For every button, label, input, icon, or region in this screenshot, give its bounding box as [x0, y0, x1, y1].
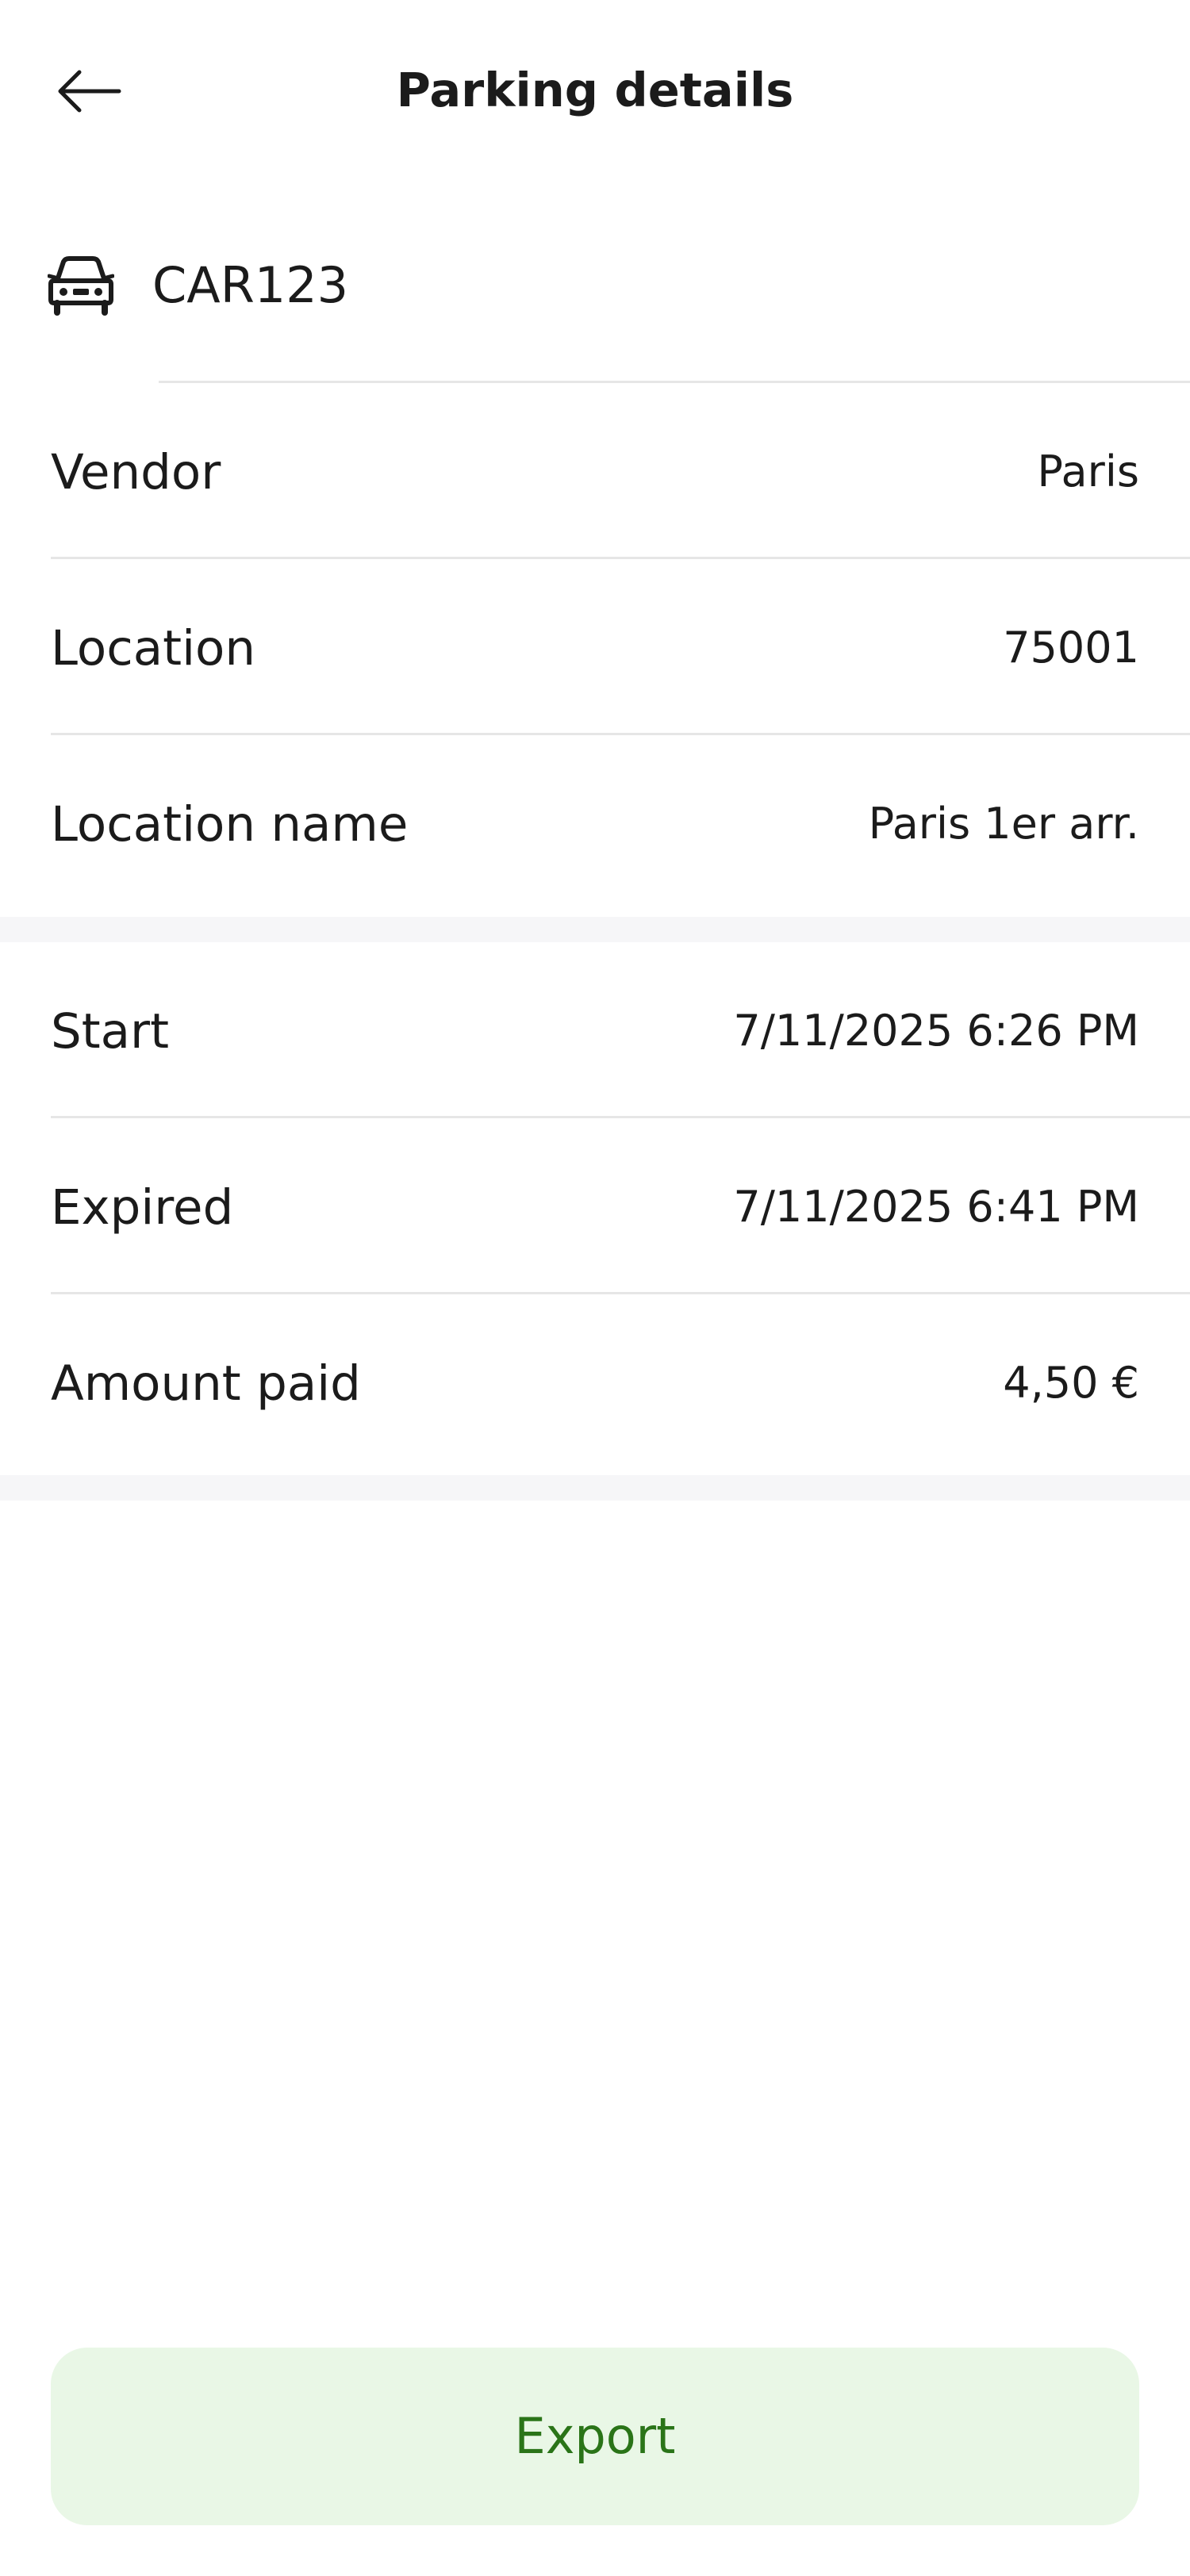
location-value: 75001 — [1003, 623, 1139, 673]
start-value: 7/11/2025 6:26 PM — [733, 1006, 1139, 1056]
vendor-row: Vendor Paris — [0, 383, 1190, 559]
app-header: Parking details — [0, 0, 1190, 182]
location-name-label: Location name — [51, 796, 409, 853]
vehicle-row: CAR123 — [0, 230, 1190, 341]
amount-paid-row: Amount paid 4,50 € — [0, 1294, 1190, 1470]
location-label: Location — [51, 620, 255, 677]
vehicle-plate: CAR123 — [152, 256, 349, 314]
expired-row: Expired 7/11/2025 6:41 PM — [0, 1118, 1190, 1294]
start-label: Start — [51, 1003, 170, 1060]
location-row: Location 75001 — [0, 559, 1190, 735]
page-title: Parking details — [396, 63, 794, 117]
export-button[interactable]: Export — [51, 2348, 1139, 2525]
section-separator — [0, 917, 1190, 942]
vendor-label: Vendor — [51, 444, 221, 500]
expired-value: 7/11/2025 6:41 PM — [733, 1182, 1139, 1232]
parking-info-section: Vendor Paris Location 75001 Location nam… — [0, 383, 1190, 911]
section-separator — [0, 1475, 1190, 1501]
expired-label: Expired — [51, 1179, 234, 1236]
location-name-value: Paris 1er arr. — [868, 799, 1139, 849]
amount-paid-value: 4,50 € — [1003, 1358, 1139, 1408]
amount-paid-label: Amount paid — [51, 1355, 361, 1412]
vendor-value: Paris — [1037, 447, 1139, 496]
car-icon — [48, 256, 114, 316]
timing-section: Start 7/11/2025 6:26 PM Expired 7/11/202… — [0, 942, 1190, 1470]
start-row: Start 7/11/2025 6:26 PM — [0, 942, 1190, 1118]
location-name-row: Location name Paris 1er arr. — [0, 735, 1190, 911]
